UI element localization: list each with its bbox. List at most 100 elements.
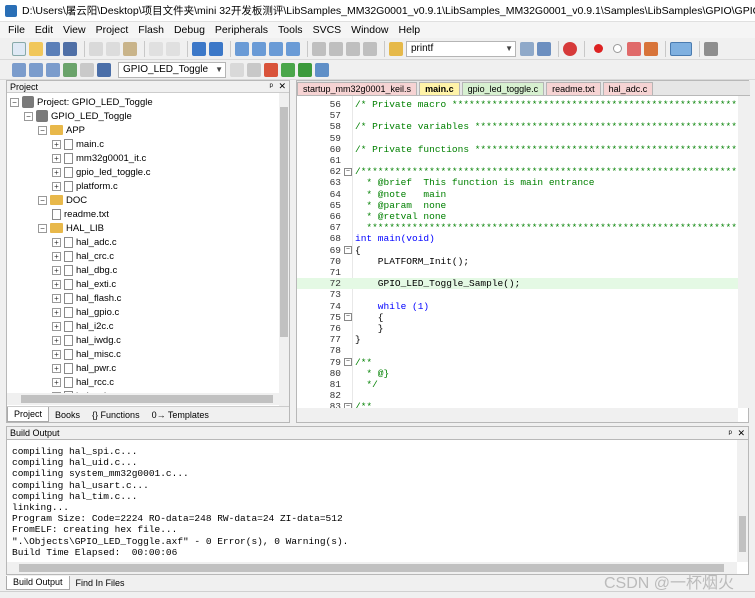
- clear-breakpoints-icon[interactable]: [627, 41, 641, 56]
- chevron-down-icon[interactable]: ▼: [215, 65, 223, 74]
- tree-file-item[interactable]: + hal_adc.c: [52, 235, 117, 249]
- redo-icon[interactable]: [166, 41, 180, 56]
- editor-tab[interactable]: hal_adc.c: [602, 82, 654, 95]
- indent-icon[interactable]: [312, 41, 326, 56]
- find-icon[interactable]: [520, 41, 534, 56]
- save-icon[interactable]: [46, 41, 60, 56]
- editor-vertical-scrollbar[interactable]: [738, 96, 749, 408]
- expand-toggle-icon[interactable]: −: [10, 97, 19, 107]
- expand-toggle-icon[interactable]: +: [52, 321, 61, 331]
- menu-edit[interactable]: Edit: [35, 24, 53, 36]
- expand-toggle-icon[interactable]: +: [52, 363, 61, 373]
- tree-file-item[interactable]: + main.c: [52, 137, 104, 151]
- editor-tab[interactable]: gpio_led_toggle.c: [461, 82, 545, 95]
- tree-file-item[interactable]: + hal_flash.c: [52, 291, 121, 305]
- fold-toggle-icon[interactable]: −: [344, 167, 352, 176]
- expand-toggle-icon[interactable]: +: [52, 167, 61, 177]
- tab-project-2[interactable]: {} Functions: [86, 407, 146, 422]
- clear-bookmarks-icon[interactable]: [286, 41, 300, 56]
- uncomment-icon[interactable]: [363, 41, 377, 56]
- configure-icon[interactable]: [704, 41, 718, 56]
- tab-project-3[interactable]: 0→ Templates: [146, 407, 215, 422]
- stop-build-icon[interactable]: [80, 62, 94, 77]
- new-file-icon[interactable]: [12, 41, 26, 56]
- menu-peripherals[interactable]: Peripherals: [215, 24, 268, 36]
- find-combo[interactable]: printf ▼: [406, 40, 516, 57]
- tree-file-item[interactable]: + gpio_led_toggle.c: [52, 165, 150, 179]
- breakpoint-icon[interactable]: [594, 44, 603, 53]
- bookmark-icon[interactable]: [235, 41, 249, 56]
- pin-icon[interactable]: ᵖ: [270, 81, 273, 91]
- nav-back-icon[interactable]: [192, 41, 206, 56]
- expand-toggle-icon[interactable]: +: [52, 251, 61, 261]
- expand-toggle-icon[interactable]: +: [52, 335, 61, 345]
- code-area[interactable]: 56 /* Private macro *********************…: [297, 96, 738, 408]
- project-root[interactable]: − Project: GPIO_LED_Toggle: [10, 95, 153, 109]
- group-doc[interactable]: − DOC: [38, 193, 87, 207]
- pack-installer-icon[interactable]: [298, 62, 312, 77]
- pin-icon[interactable]: ᵖ: [729, 428, 732, 438]
- tree-file-item[interactable]: + hal_i2c.c: [52, 319, 114, 333]
- target-combo[interactable]: GPIO_LED_Toggle ▼: [118, 61, 226, 78]
- menu-debug[interactable]: Debug: [174, 24, 205, 36]
- tab-project-1[interactable]: Books: [49, 407, 86, 422]
- find-in-files-icon[interactable]: [389, 41, 403, 56]
- unindent-icon[interactable]: [329, 41, 343, 56]
- close-icon[interactable]: ✕: [737, 428, 745, 438]
- menu-view[interactable]: View: [63, 24, 86, 36]
- close-icon[interactable]: ✕: [278, 81, 286, 91]
- undo-icon[interactable]: [149, 41, 163, 56]
- chevron-down-icon[interactable]: ▼: [505, 44, 513, 53]
- prev-bookmark-icon[interactable]: [252, 41, 266, 56]
- run-time-environment-icon[interactable]: [315, 62, 329, 77]
- fold-toggle-icon[interactable]: −: [344, 313, 352, 322]
- tree-file-item[interactable]: readme.txt: [52, 207, 109, 221]
- menu-tools[interactable]: Tools: [278, 24, 303, 36]
- open-folder-icon[interactable]: [29, 41, 43, 56]
- fold-toggle-icon[interactable]: −: [344, 246, 352, 255]
- scrollbar-thumb[interactable]: [739, 516, 746, 552]
- tree-file-item[interactable]: + hal_pwr.c: [52, 361, 116, 375]
- target-options-icon[interactable]: [230, 62, 244, 77]
- download-icon[interactable]: [97, 62, 111, 77]
- tree-file-item[interactable]: + hal_misc.c: [52, 347, 121, 361]
- next-bookmark-icon[interactable]: [269, 41, 283, 56]
- tree-file-item[interactable]: + hal_gpio.c: [52, 305, 119, 319]
- menu-svcs[interactable]: SVCS: [313, 24, 342, 36]
- rebuild-icon[interactable]: [46, 62, 60, 77]
- project-horizontal-scrollbar[interactable]: [7, 393, 279, 405]
- menu-project[interactable]: Project: [96, 24, 129, 36]
- expand-toggle-icon[interactable]: +: [52, 265, 61, 275]
- expand-toggle-icon[interactable]: −: [38, 195, 47, 205]
- expand-toggle-icon[interactable]: +: [52, 377, 61, 387]
- expand-toggle-icon[interactable]: +: [52, 237, 61, 247]
- editor-tab[interactable]: readme.txt: [546, 82, 601, 95]
- start-debug-icon[interactable]: [563, 41, 577, 56]
- file-extensions-icon[interactable]: [247, 62, 261, 77]
- expand-toggle-icon[interactable]: +: [52, 153, 61, 163]
- menu-file[interactable]: File: [8, 24, 25, 36]
- tree-file-item[interactable]: + hal_crc.c: [52, 249, 114, 263]
- group-app[interactable]: − APP: [38, 123, 85, 137]
- tree-file-item[interactable]: + mm32g0001_it.c: [52, 151, 146, 165]
- project-vertical-scrollbar[interactable]: [279, 93, 289, 406]
- expand-toggle-icon[interactable]: −: [38, 223, 47, 233]
- save-all-icon[interactable]: [63, 41, 77, 56]
- group-hal_lib[interactable]: − HAL_LIB: [38, 221, 104, 235]
- tree-file-item[interactable]: + hal_exti.c: [52, 277, 116, 291]
- menu-help[interactable]: Help: [399, 24, 421, 36]
- scrollbar-thumb[interactable]: [21, 395, 273, 403]
- disable-breakpoint-icon[interactable]: [613, 44, 622, 53]
- expand-toggle-icon[interactable]: +: [52, 349, 61, 359]
- incremental-find-icon[interactable]: [537, 41, 551, 56]
- editor-horizontal-scrollbar[interactable]: [297, 408, 738, 422]
- paste-icon[interactable]: [123, 41, 137, 56]
- expand-toggle-icon[interactable]: −: [38, 125, 47, 135]
- build-output-panel[interactable]: compiling hal_spi.c... compiling hal_uid.…: [6, 439, 749, 575]
- manage-components-icon[interactable]: [264, 62, 278, 77]
- expand-toggle-icon[interactable]: +: [52, 279, 61, 289]
- tab-output-0[interactable]: Build Output: [6, 575, 70, 590]
- tree-file-item[interactable]: + hal_rcc.c: [52, 375, 114, 389]
- nav-forward-icon[interactable]: [209, 41, 223, 56]
- tab-output-1[interactable]: Find In Files: [70, 576, 131, 590]
